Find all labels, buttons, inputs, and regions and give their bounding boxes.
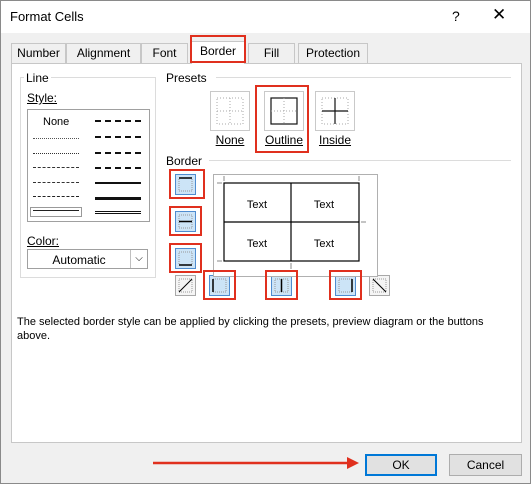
border-inside-vertical-icon [274,278,289,293]
tab-fill[interactable]: Fill [248,43,295,63]
border-inside-vertical-button[interactable] [271,275,292,296]
color-dropdown[interactable]: Automatic ⌵ [27,249,148,269]
border-diagonal-down-button[interactable] [369,275,390,296]
line-style-hair[interactable] [33,138,79,139]
arrow-pointer-icon [153,457,359,469]
cancel-button[interactable]: Cancel [449,454,522,476]
line-style-list[interactable]: None [27,109,150,222]
border-bottom-button[interactable] [175,248,196,269]
close-icon[interactable]: ✕ [492,5,506,25]
preset-none-button[interactable] [210,91,250,131]
border-left-icon [212,278,227,293]
help-icon[interactable]: ? [452,8,460,24]
line-group-label: Line [24,71,51,85]
border-diagonal-up-button[interactable] [175,275,196,296]
border-right-icon [338,278,353,293]
line-style-selected-frame [30,207,82,217]
color-label: Color: [27,234,60,248]
line-style-thick[interactable] [95,197,141,200]
description-text: The selected border style can be applied… [17,316,484,342]
presets-group-label: Presets [166,71,207,85]
line-style-medium-dash-dot-dot[interactable] [95,120,141,122]
diagonal-up-icon [178,278,193,293]
border-right-button[interactable] [335,275,356,296]
style-label: Style: [27,91,58,105]
border-preview-diagram[interactable]: Text Text Text Text [213,174,378,277]
preset-inside-label: Inside [318,133,352,147]
line-style-slanted-dash-dot[interactable] [95,136,141,138]
line-style-dashed[interactable] [33,196,79,197]
ok-button[interactable]: OK [365,454,437,476]
chevron-down-icon[interactable]: ⌵ [130,250,147,268]
border-inside-horizontal-button[interactable] [175,211,196,232]
presets-separator [216,77,511,78]
border-bottom-icon [178,251,193,266]
border-separator [209,160,511,161]
preset-inside-button[interactable] [315,91,355,131]
dialog-title: Format Cells [10,9,84,24]
line-style-medium-dash-dot[interactable] [95,152,141,154]
border-left-button[interactable] [209,275,230,296]
border-inside-horizontal-icon [178,214,193,229]
line-style-dash-dot[interactable] [33,182,79,183]
preview-cell-text: Text [313,199,335,211]
line-style-medium-dashed[interactable] [95,167,141,169]
line-style-double[interactable] [95,211,141,214]
tab-border[interactable]: Border [191,41,245,64]
tab-number[interactable]: Number [11,43,66,63]
line-style-medium[interactable] [95,182,141,184]
preset-outline-icon [270,97,298,125]
border-group-label: Border [166,154,203,168]
preset-outline-button[interactable] [264,91,304,131]
border-tab-panel: Line Style: None Color: Automatic ⌵ Pres… [11,63,522,443]
tab-alignment[interactable]: Alignment [66,43,141,63]
title-bar: Format Cells ? ✕ [1,1,530,33]
border-top-button[interactable] [175,174,196,195]
preset-none-label: None [215,133,245,147]
preset-none-icon [216,97,244,125]
tab-protection[interactable]: Protection [298,43,368,63]
preset-outline-label: Outline [264,133,304,147]
diagonal-down-icon [372,278,387,293]
format-cells-dialog: Format Cells ? ✕ Number Alignment Font B… [0,0,531,484]
preview-cell-text: Text [246,199,268,211]
tab-font[interactable]: Font [141,43,188,63]
preview-cell-text: Text [246,238,268,250]
preview-cell-text: Text [313,238,335,250]
preview-grid [217,176,366,269]
line-style-dotted[interactable] [33,153,79,154]
line-style-none[interactable]: None [43,116,69,128]
color-value: Automatic [52,253,106,267]
border-top-icon [178,177,193,192]
line-style-dash-dot-dot[interactable] [33,167,79,168]
tab-strip: Number Alignment Font Border Fill Protec… [11,41,521,64]
preset-inside-icon [321,97,349,125]
